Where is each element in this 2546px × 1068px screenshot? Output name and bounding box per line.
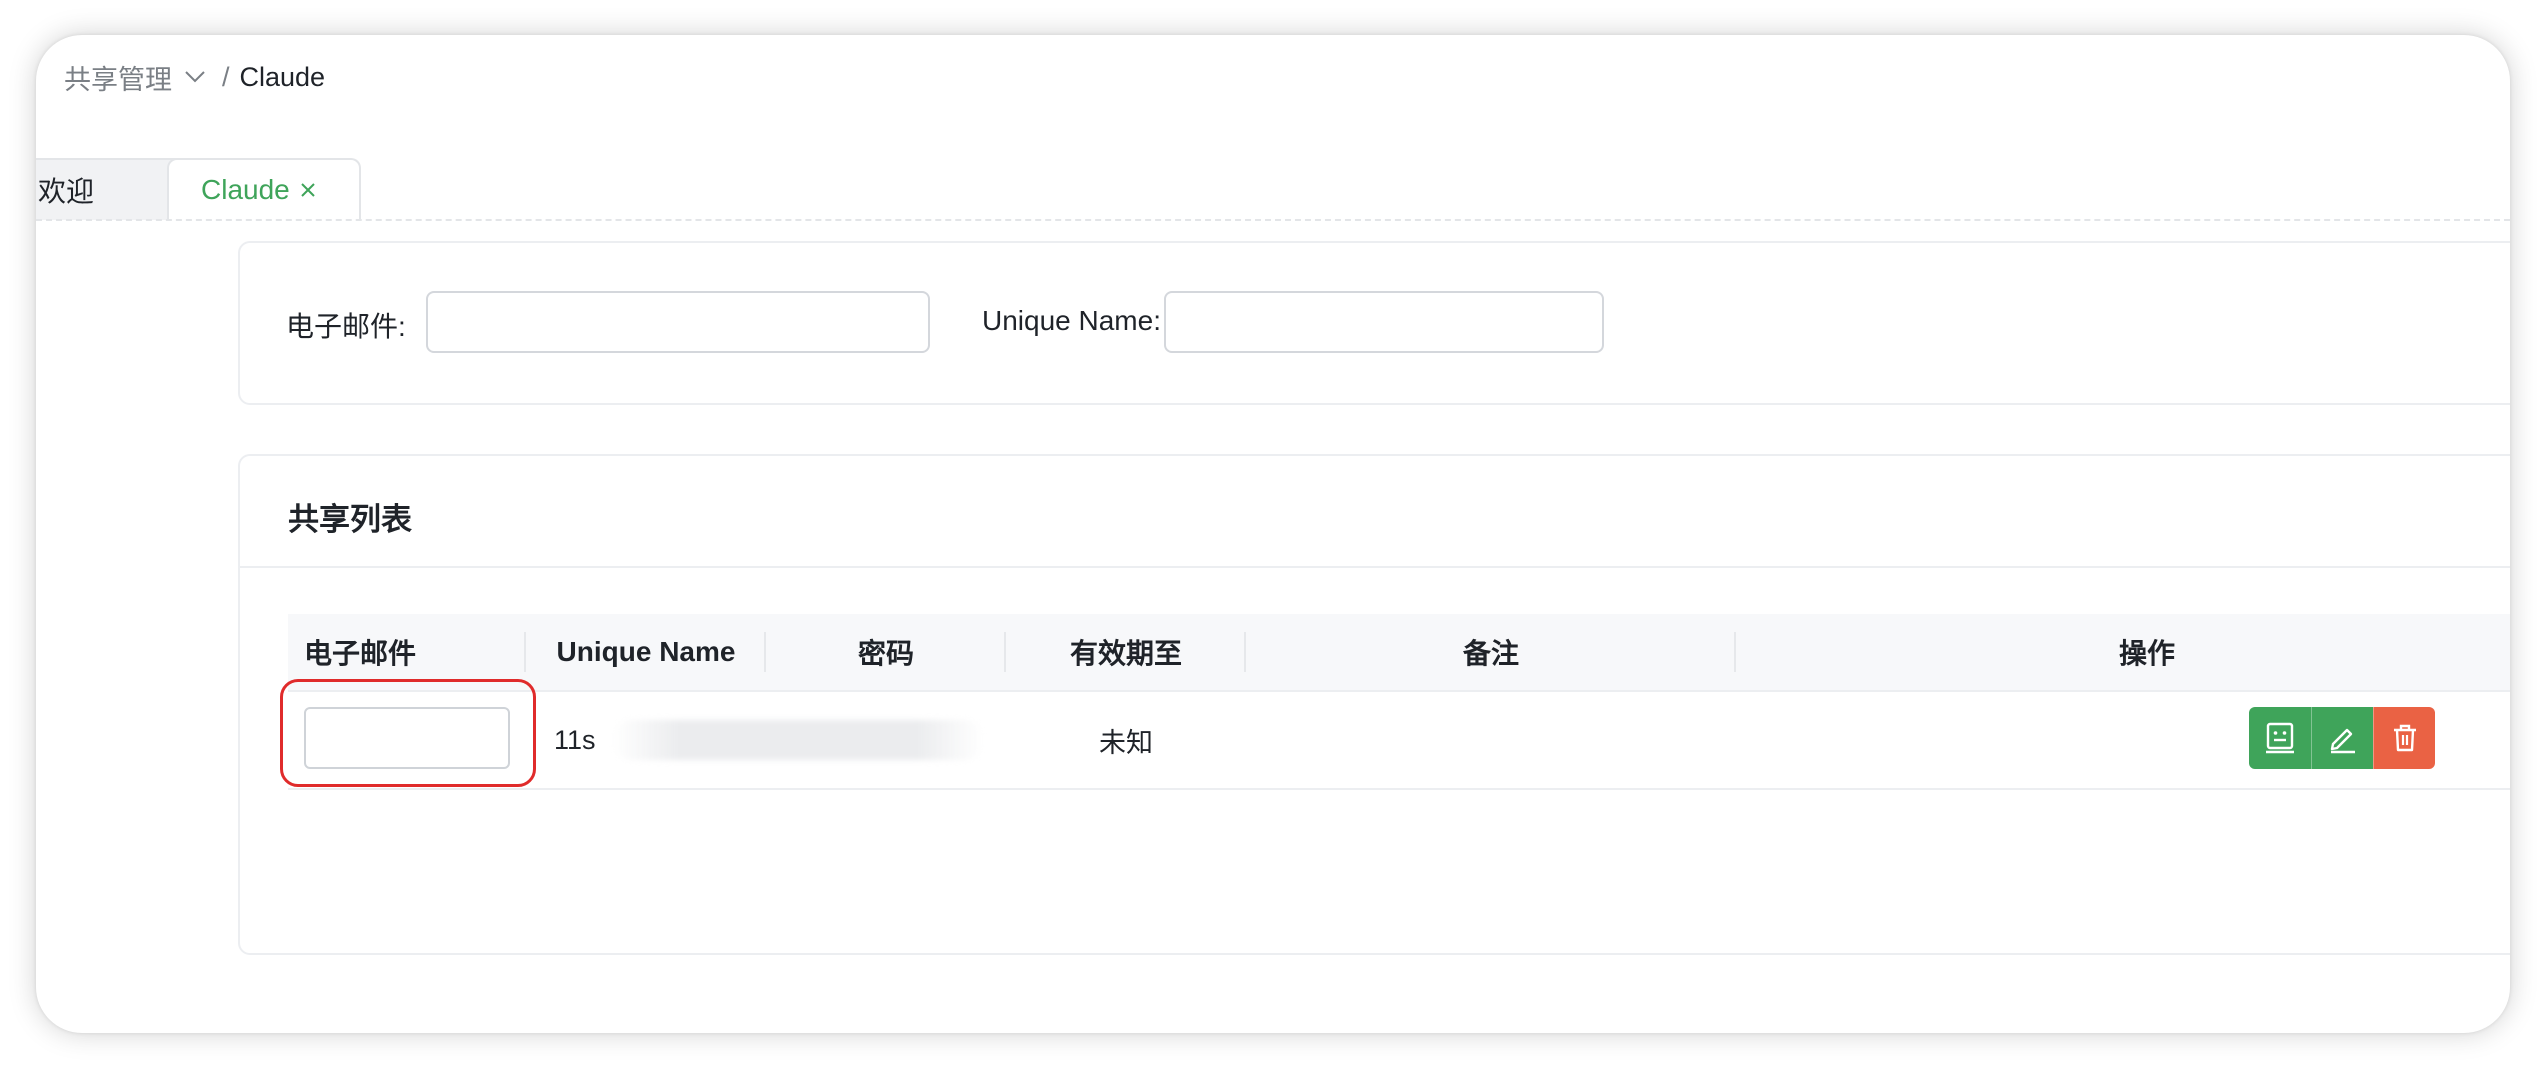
- breadcrumb-parent[interactable]: 共享管理: [64, 58, 172, 97]
- breadcrumb: 共享管理 / Claude: [64, 57, 325, 97]
- column-label: 电子邮件: [304, 638, 417, 669]
- close-icon[interactable]: [298, 180, 318, 200]
- email-label: 电子邮件:: [286, 311, 406, 342]
- column-actions: 操作: [1736, 614, 2510, 690]
- tabs-divider: [36, 219, 2510, 221]
- column-label: 操作: [2118, 638, 2175, 669]
- table-header: 电子邮件 Unique Name 密码 有效期至 备注 操作: [288, 614, 2510, 692]
- app-window: 共享管理 / Claude 欢迎 Claude 电子邮件: Unique Nam…: [36, 35, 2510, 1033]
- tab-label: Claude: [201, 174, 290, 205]
- share-table: 电子邮件 Unique Name 密码 有效期至 备注 操作 11s 未知: [280, 614, 2510, 790]
- list-title: 共享列表: [288, 502, 412, 537]
- cell-email: [280, 679, 536, 788]
- column-unique-name: Unique Name: [526, 614, 766, 690]
- cell-note: [1246, 692, 1736, 788]
- unique-name-search-input[interactable]: [1164, 291, 1604, 353]
- column-label: 密码: [857, 638, 914, 669]
- tab-label: 欢迎: [38, 176, 95, 207]
- search-form: 电子邮件: Unique Name:: [238, 241, 2510, 405]
- column-label: 备注: [1462, 638, 1519, 669]
- column-expires: 有效期至: [1006, 614, 1246, 690]
- column-note: 备注: [1246, 614, 1736, 690]
- face-icon[interactable]: [2249, 707, 2311, 769]
- row-actions: [2249, 707, 2435, 769]
- unique-name-value: 11s: [554, 724, 596, 755]
- redacted-blur: [613, 720, 983, 760]
- tab-claude[interactable]: Claude: [167, 158, 361, 220]
- trash-icon[interactable]: [2373, 707, 2435, 769]
- breadcrumb-current: Claude: [239, 61, 326, 92]
- chevron-down-icon[interactable]: [184, 70, 206, 84]
- column-password: 密码: [766, 614, 1006, 690]
- expires-value: 未知: [1099, 727, 1153, 758]
- table-row: 11s 未知: [280, 679, 2510, 790]
- share-list-card: 共享列表 电子邮件 Unique Name 密码 有效期至 备注 操作 11s …: [238, 454, 2510, 955]
- breadcrumb-separator: /: [222, 61, 230, 92]
- email-edit-input[interactable]: [304, 707, 510, 769]
- unique-name-label: Unique Name:: [982, 305, 1161, 336]
- column-email: 电子邮件: [288, 614, 526, 690]
- list-divider: [240, 566, 2510, 568]
- cell-expires: 未知: [1006, 692, 1246, 788]
- email-search-input[interactable]: [426, 291, 930, 353]
- column-label: 有效期至: [1069, 638, 1182, 669]
- column-label: Unique Name: [556, 636, 736, 667]
- edit-icon[interactable]: [2311, 707, 2373, 769]
